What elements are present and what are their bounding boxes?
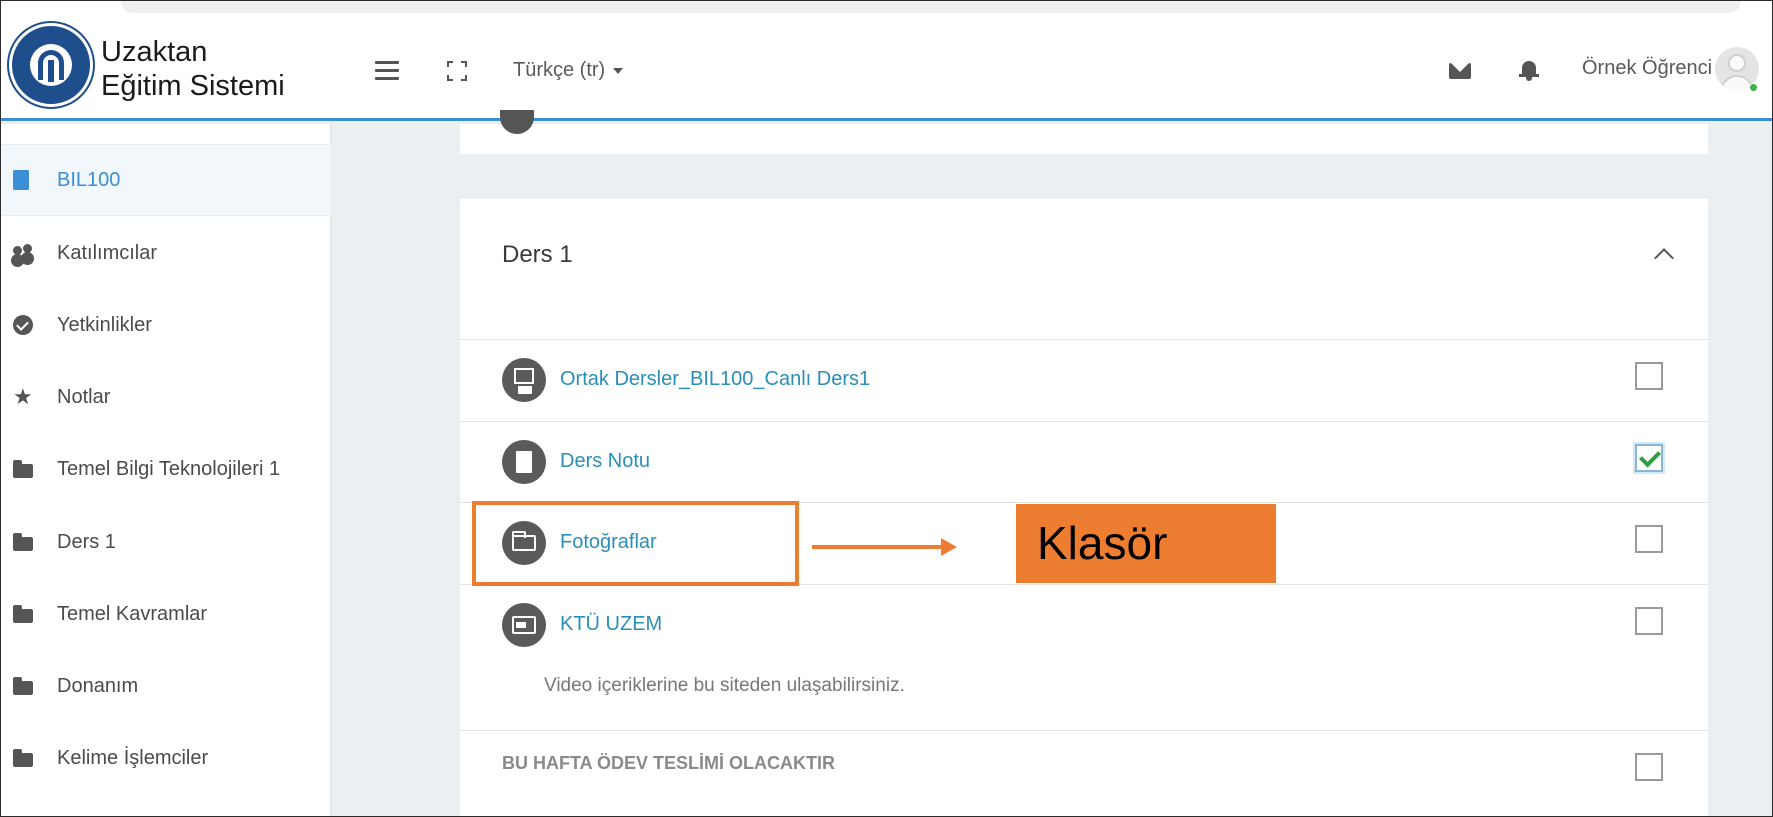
book-icon xyxy=(13,170,29,190)
top-navbar: Uzaktan Eğitim Sistemi Türkçe (tr) Örnek… xyxy=(1,19,1772,121)
user-name[interactable]: Örnek Öğrenci xyxy=(1582,57,1712,80)
sidebar-item-grades[interactable]: ★ Notlar xyxy=(1,361,331,433)
sidebar-item-bil100[interactable]: BIL100 xyxy=(1,144,331,216)
arrow-line xyxy=(812,545,946,549)
app-window: Uzaktan Eğitim Sistemi Türkçe (tr) Örnek… xyxy=(0,0,1773,817)
sidebar-item-label: Katılımcılar xyxy=(57,241,158,264)
completion-checkbox[interactable] xyxy=(1635,607,1663,635)
sidebar-item-label: BIL100 xyxy=(57,168,121,191)
sidebar-item-section-3[interactable]: Temel Kavramlar xyxy=(1,578,331,650)
activity-row: Ders Notu xyxy=(460,421,1708,503)
activity-description: Video içeriklerine bu siteden ulaşabilir… xyxy=(544,675,905,696)
arrow-head-icon xyxy=(941,538,957,556)
sidebar-item-label: Notlar xyxy=(57,385,111,408)
check-circle-icon xyxy=(13,315,33,335)
sidebar-item-label: Yetkinlikler xyxy=(57,313,152,336)
callout-label: Klasör xyxy=(1016,504,1276,583)
url-icon xyxy=(502,603,546,647)
users-icon xyxy=(13,244,33,262)
sidebar-item-section-5[interactable]: Kelime İşlemciler xyxy=(1,722,331,794)
sidebar-item-section-2[interactable]: Ders 1 xyxy=(1,506,331,578)
document-icon xyxy=(502,440,546,484)
fullscreen-icon[interactable] xyxy=(447,61,467,81)
sidebar-item-label: Ders 1 xyxy=(57,530,116,553)
language-selector[interactable]: Türkçe (tr) xyxy=(513,59,624,82)
previous-section-card xyxy=(460,110,1708,154)
folder-icon xyxy=(13,749,33,767)
completion-checkbox-checked[interactable] xyxy=(1635,444,1663,472)
presentation-icon xyxy=(502,358,546,402)
activity-link[interactable]: Ortak Dersler_BIL100_Canlı Ders1 xyxy=(560,368,870,391)
folder-icon xyxy=(13,533,33,551)
sidebar-item-label: Donanım xyxy=(57,674,139,697)
sidebar-item-label: Temel Kavramlar xyxy=(57,602,208,625)
folder-icon xyxy=(13,677,33,695)
online-status-dot xyxy=(1749,83,1758,92)
folder-icon xyxy=(13,605,33,623)
course-sidebar: BIL100 Katılımcılar Yetkinlikler ★ Notla… xyxy=(1,124,331,816)
section-title: Ders 1 xyxy=(502,241,573,268)
chevron-down-icon xyxy=(613,67,624,74)
sidebar-item-section-1[interactable]: Temel Bilgi Teknolojileri 1 xyxy=(1,433,331,505)
activity-link[interactable]: Ders Notu xyxy=(560,450,650,473)
label-text: BU HAFTA ÖDEV TESLİMİ OLACAKTIR xyxy=(502,753,835,773)
course-content: Ders 1 Ortak Dersler_BIL100_Canlı Ders1 … xyxy=(332,110,1772,816)
activity-row: BU HAFTA ÖDEV TESLİMİ OLACAKTIR xyxy=(460,730,1708,812)
sidebar-item-label: Kelime İşlemciler xyxy=(57,746,209,769)
language-label: Türkçe (tr) xyxy=(513,59,606,81)
highlight-box xyxy=(472,501,799,586)
completion-checkbox[interactable] xyxy=(1635,525,1663,553)
sidebar-item-section-4[interactable]: Donanım xyxy=(1,650,331,722)
brand-line-2: Eğitim Sistemi xyxy=(101,70,285,102)
activity-row: Ortak Dersler_BIL100_Canlı Ders1 xyxy=(460,339,1708,421)
completion-checkbox[interactable] xyxy=(1635,753,1663,781)
notifications-icon[interactable] xyxy=(1519,59,1539,81)
messages-icon[interactable] xyxy=(1449,63,1471,79)
activity-row: KTÜ UZEM Video içeriklerine bu siteden u… xyxy=(460,584,1708,730)
activity-icon xyxy=(500,110,534,134)
chevron-up-icon[interactable] xyxy=(1654,248,1674,268)
browser-strip xyxy=(1,1,1772,19)
completion-checkbox[interactable] xyxy=(1635,362,1663,390)
university-logo[interactable] xyxy=(9,23,93,107)
folder-icon xyxy=(13,460,33,478)
address-bar[interactable] xyxy=(121,1,1741,13)
brand-line-1: Uzaktan xyxy=(101,36,208,68)
menu-icon[interactable] xyxy=(375,61,399,81)
site-brand[interactable]: Uzaktan Eğitim Sistemi xyxy=(101,35,285,103)
sidebar-item-participants[interactable]: Katılımcılar xyxy=(1,217,331,289)
star-icon: ★ xyxy=(13,384,33,409)
activity-link[interactable]: KTÜ UZEM xyxy=(560,613,662,636)
sidebar-item-label: Temel Bilgi Teknolojileri 1 xyxy=(57,457,281,480)
logo-stem xyxy=(48,60,54,82)
sidebar-item-competencies[interactable]: Yetkinlikler xyxy=(1,289,331,361)
